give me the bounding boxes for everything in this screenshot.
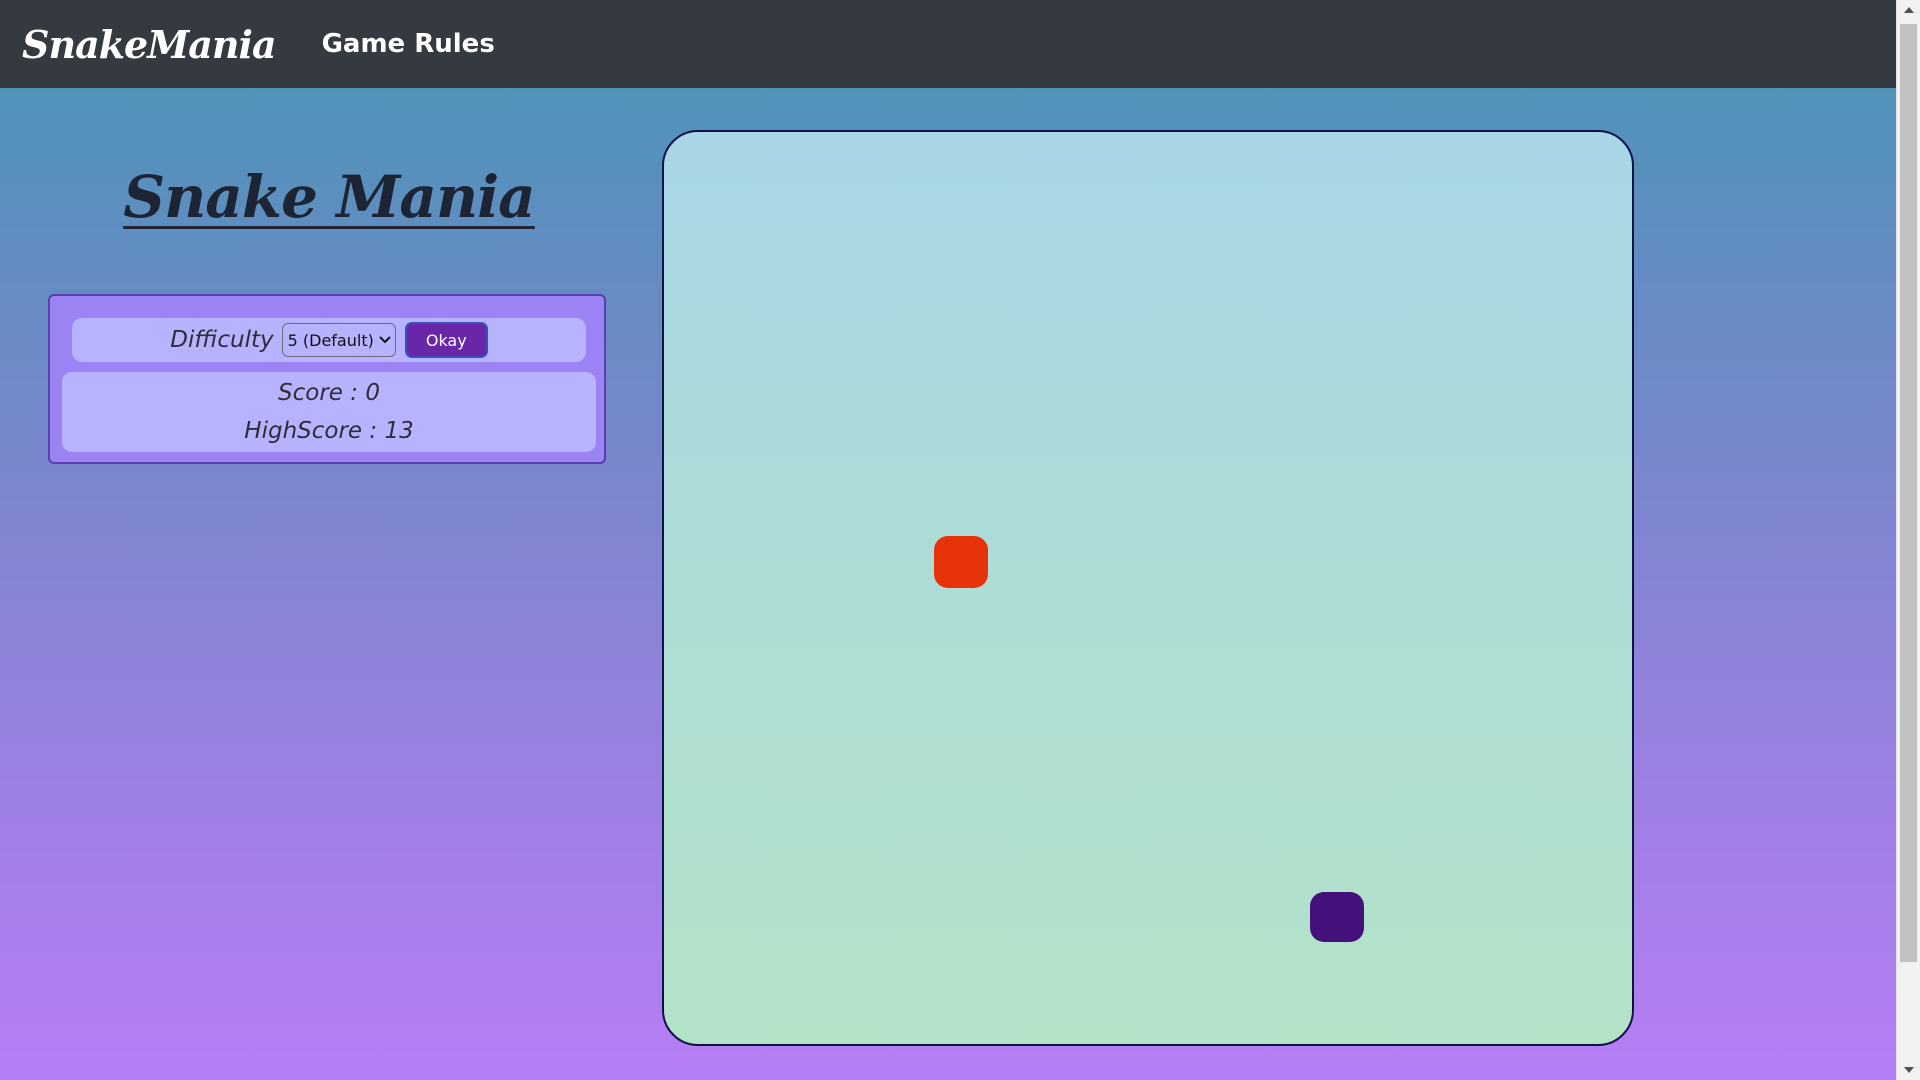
game-board[interactable]	[662, 130, 1634, 1046]
snake-head	[1310, 892, 1364, 942]
nav-link-game-rules[interactable]: Game Rules	[322, 29, 495, 59]
difficulty-select-value: 5 (Default)	[287, 330, 374, 350]
control-panel: Difficulty 5 (Default) Okay Score : 0 Hi…	[48, 294, 606, 464]
chevron-down-icon	[379, 336, 391, 344]
highscore-text: HighScore : 13	[244, 418, 414, 444]
difficulty-label: Difficulty	[170, 327, 274, 353]
main-area: Snake Mania Difficulty 5 (Default) Okay …	[0, 88, 1896, 1080]
okay-button[interactable]: Okay	[404, 322, 488, 358]
scrollbar-thumb[interactable]	[1900, 24, 1917, 962]
vertical-scrollbar[interactable]	[1896, 0, 1920, 1080]
difficulty-select[interactable]: 5 (Default)	[281, 323, 396, 357]
food-block	[934, 536, 988, 588]
score-text: Score : 0	[278, 380, 380, 406]
difficulty-row: Difficulty 5 (Default) Okay	[72, 318, 586, 362]
score-box: Score : 0 HighScore : 13	[62, 372, 596, 452]
scroll-down-arrow-icon[interactable]	[1897, 1060, 1920, 1080]
brand-logo[interactable]: SnakeMania	[22, 22, 277, 67]
page-title: Snake Mania	[123, 163, 535, 231]
scroll-up-arrow-icon[interactable]	[1897, 0, 1920, 20]
navbar: SnakeMania Game Rules	[0, 0, 1896, 88]
